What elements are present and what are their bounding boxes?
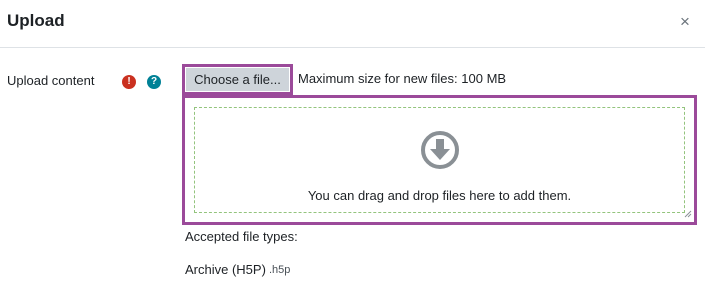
close-icon[interactable]: × (676, 12, 694, 32)
filetype-extension: .h5p (269, 264, 291, 276)
download-arrow-icon (421, 131, 459, 169)
filetype-name: Archive (H5P) (185, 262, 266, 277)
choose-file-button[interactable]: Choose a file... (186, 68, 289, 91)
exclamation-icon: ! (122, 75, 136, 89)
accepted-types-label: Accepted file types: (185, 229, 298, 244)
dialog-title: Upload (7, 11, 65, 30)
max-size-text: Maximum size for new files: 100 MB (298, 71, 507, 86)
question-icon[interactable]: ? (147, 75, 161, 89)
file-dropzone[interactable]: You can drag and drop files here to add … (194, 107, 685, 213)
upload-content-label: Upload content (7, 73, 95, 88)
resize-handle-icon[interactable] (684, 210, 692, 218)
dropzone-message: You can drag and drop files here to add … (307, 188, 572, 203)
dialog-header: Upload × (0, 0, 705, 48)
